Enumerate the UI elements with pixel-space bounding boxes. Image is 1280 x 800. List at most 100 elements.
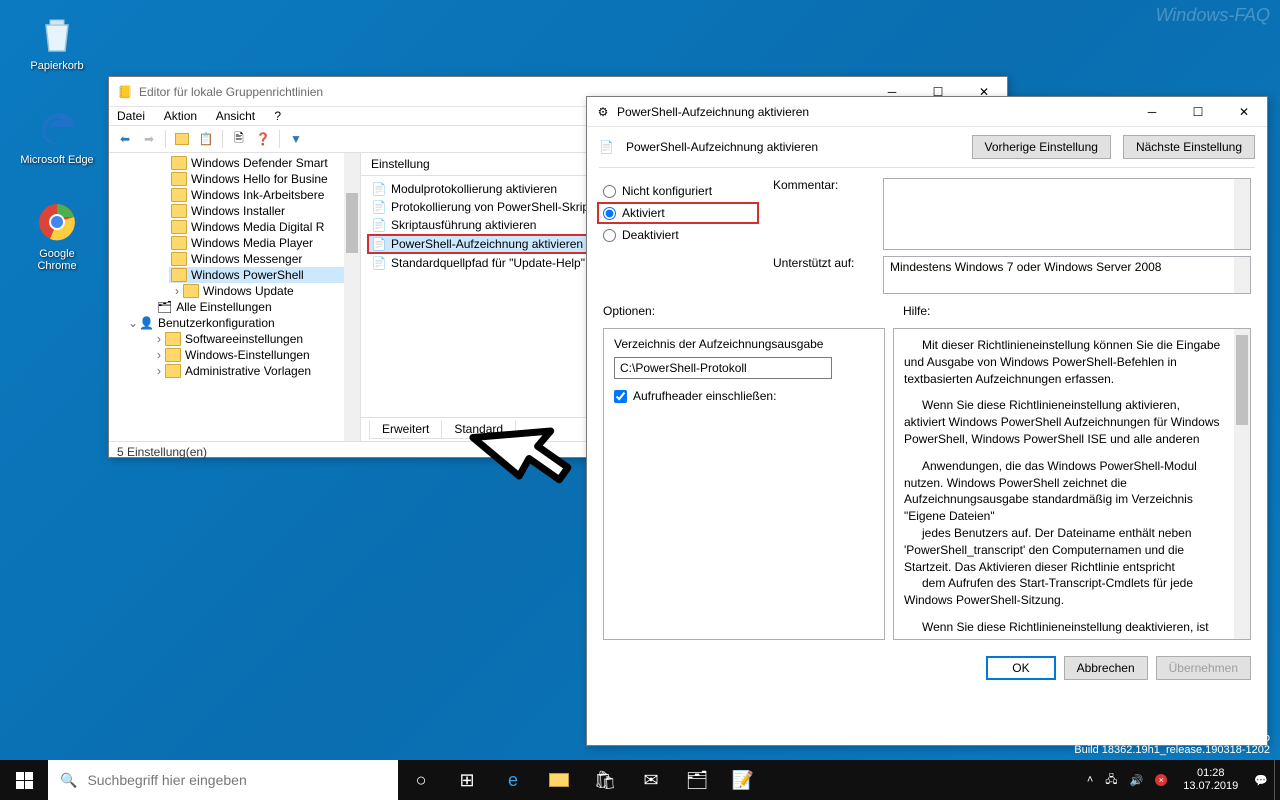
tree-item-userconf[interactable]: ⌄👤Benutzerkonfiguration [125, 315, 358, 331]
toolbar-item[interactable]: ❓ [253, 129, 273, 149]
tree-item[interactable]: Windows Media Player [169, 235, 358, 251]
policy-dialog: ⚙ PowerShell-Aufzeichnung aktivieren ─ ☐… [586, 96, 1268, 746]
opt-header-checkbox[interactable] [614, 390, 627, 403]
toolbar-item[interactable]: 🖹 [229, 129, 249, 149]
taskbar: 🔍 Suchbegriff hier eingeben ○ ⊞ e 🛍 ✉ 🗂 … [0, 760, 1280, 800]
tree-item[interactable]: Windows Media Digital R [169, 219, 358, 235]
apply-button[interactable]: Übernehmen [1156, 656, 1251, 680]
radio-notconfigured[interactable]: Nicht konfiguriert [603, 184, 753, 198]
ok-button[interactable]: OK [986, 656, 1055, 680]
store-taskbar-icon[interactable]: 🛍 [582, 760, 628, 800]
desktop-icon-edge[interactable]: Microsoft Edge [20, 104, 94, 166]
notifications-icon[interactable]: 💬 [1248, 774, 1274, 787]
gpedit-tree[interactable]: Windows Defender Smart Windows Hello for… [109, 153, 361, 441]
back-button[interactable]: ⬅ [115, 129, 135, 149]
help-scrollbar[interactable] [1234, 329, 1250, 639]
policy-icon: 📄 [371, 181, 387, 197]
menu-view[interactable]: Ansicht [216, 109, 255, 123]
scrollbar[interactable] [1234, 179, 1250, 249]
start-button[interactable] [0, 760, 48, 800]
user-icon: 👤 [139, 316, 154, 330]
settings-icon: 🗂 [157, 300, 172, 314]
forward-button[interactable]: ➡ [139, 129, 159, 149]
policy-icon: 📄 [371, 199, 387, 215]
opt-dir-input[interactable] [614, 357, 832, 379]
app-taskbar-icon[interactable]: 🗂 [674, 760, 720, 800]
tab-standard[interactable]: Standard [441, 420, 516, 439]
policy-icon: 📄 [371, 236, 387, 252]
app-taskbar-icon[interactable]: 📝 [720, 760, 766, 800]
desktop-label: Google Chrome [20, 248, 94, 272]
tree-item[interactable]: Windows Installer [169, 203, 358, 219]
tree-scrollbar[interactable] [344, 153, 360, 441]
tree-item[interactable]: Windows Hello for Busine [169, 171, 358, 187]
edge-taskbar-icon[interactable]: e [490, 760, 536, 800]
explorer-taskbar-icon[interactable] [536, 760, 582, 800]
policy-subtitle-icon: 📄 [599, 140, 614, 154]
network-icon[interactable]: 🖧 [1099, 771, 1123, 790]
menu-action[interactable]: Aktion [164, 109, 197, 123]
minimize-button[interactable]: ─ [1129, 97, 1175, 126]
filter-button[interactable]: ▼ [286, 129, 306, 149]
search-icon: 🔍 [60, 772, 77, 789]
desktop-icon-chrome[interactable]: Google Chrome [20, 198, 94, 272]
recycle-bin-icon [33, 10, 81, 58]
support-label: Unterstützt auf: [773, 256, 873, 270]
policy-title: PowerShell-Aufzeichnung aktivieren [617, 105, 1129, 119]
radio-enabled[interactable]: Aktiviert [597, 202, 759, 224]
tree-item[interactable]: ›Windows-Einstellungen [151, 347, 358, 363]
state-radios: Nicht konfiguriert Aktiviert Deaktiviert [603, 178, 753, 294]
cancel-button[interactable]: Abbrechen [1064, 656, 1148, 680]
mail-taskbar-icon[interactable]: ✉ [628, 760, 674, 800]
prev-setting-button[interactable]: Vorherige Einstellung [972, 135, 1111, 159]
tray-icon[interactable]: × [1149, 774, 1173, 786]
scrollbar[interactable] [1234, 257, 1250, 293]
support-text: Mindestens Windows 7 oder Windows Server… [883, 256, 1251, 294]
comment-textarea[interactable] [883, 178, 1251, 250]
taskview-icon[interactable]: ⊞ [444, 760, 490, 800]
cortana-icon[interactable]: ○ [398, 760, 444, 800]
menu-file[interactable]: Datei [117, 109, 145, 123]
desktop-label: Papierkorb [20, 60, 94, 72]
desktop-label: Microsoft Edge [20, 154, 94, 166]
toolbar-item[interactable]: 📋 [196, 129, 216, 149]
up-button[interactable] [172, 129, 192, 149]
gpedit-icon: 📒 [117, 84, 133, 100]
maximize-button[interactable]: ☐ [1175, 97, 1221, 126]
show-desktop-button[interactable] [1274, 760, 1280, 800]
edge-icon [33, 104, 81, 152]
tree-item[interactable]: Windows Messenger [169, 251, 358, 267]
search-placeholder: Suchbegriff hier eingeben [87, 772, 246, 788]
comment-label: Kommentar: [773, 178, 873, 192]
system-tray: ˄ 🖧 🔊 × 01:28 13.07.2019 💬 [1081, 760, 1280, 800]
tree-item[interactable]: Windows Defender Smart [169, 155, 358, 171]
tab-extended[interactable]: Erweitert [369, 420, 442, 439]
watermark-text: Windows-FAQ [1155, 5, 1270, 26]
help-pane[interactable]: Mit dieser Richtlinieneinstellung können… [893, 328, 1251, 640]
tree-item[interactable]: ›Windows Update [169, 283, 358, 299]
policy-subtitle: PowerShell-Aufzeichnung aktivieren [626, 140, 960, 154]
tray-chevron-icon[interactable]: ˄ [1081, 774, 1099, 786]
menu-help[interactable]: ? [274, 109, 281, 123]
close-button[interactable]: ✕ [1221, 97, 1267, 126]
help-label: Hilfe: [903, 304, 930, 318]
policy-dialog-icon: ⚙ [595, 104, 611, 120]
tree-item[interactable]: Windows Ink-Arbeitsbere [169, 187, 358, 203]
chrome-icon [33, 198, 81, 246]
volume-icon[interactable]: 🔊 [1124, 774, 1150, 787]
system-info: Windows 10 Pro Build 18362.19h1_release.… [1074, 732, 1270, 756]
policy-icon: 📄 [371, 255, 387, 271]
taskbar-clock[interactable]: 01:28 13.07.2019 [1173, 767, 1248, 793]
opt-header-label: Aufrufheader einschließen: [633, 389, 776, 403]
taskbar-search[interactable]: 🔍 Suchbegriff hier eingeben [48, 760, 398, 800]
next-setting-button[interactable]: Nächste Einstellung [1123, 135, 1255, 159]
options-label: Optionen: [603, 304, 903, 318]
tree-item[interactable]: ›Administrative Vorlagen [151, 363, 358, 379]
policy-titlebar[interactable]: ⚙ PowerShell-Aufzeichnung aktivieren ─ ☐… [587, 97, 1267, 127]
radio-disabled[interactable]: Deaktiviert [603, 228, 753, 242]
tree-item-allsettings[interactable]: 🗂Alle Einstellungen [155, 299, 358, 315]
desktop-icon-recycle[interactable]: Papierkorb [20, 10, 94, 72]
opt-dir-label: Verzeichnis der Aufzeichnungsausgabe [614, 337, 874, 351]
tree-item-powershell[interactable]: Windows PowerShell [169, 267, 358, 283]
tree-item[interactable]: ›Softwareeinstellungen [151, 331, 358, 347]
